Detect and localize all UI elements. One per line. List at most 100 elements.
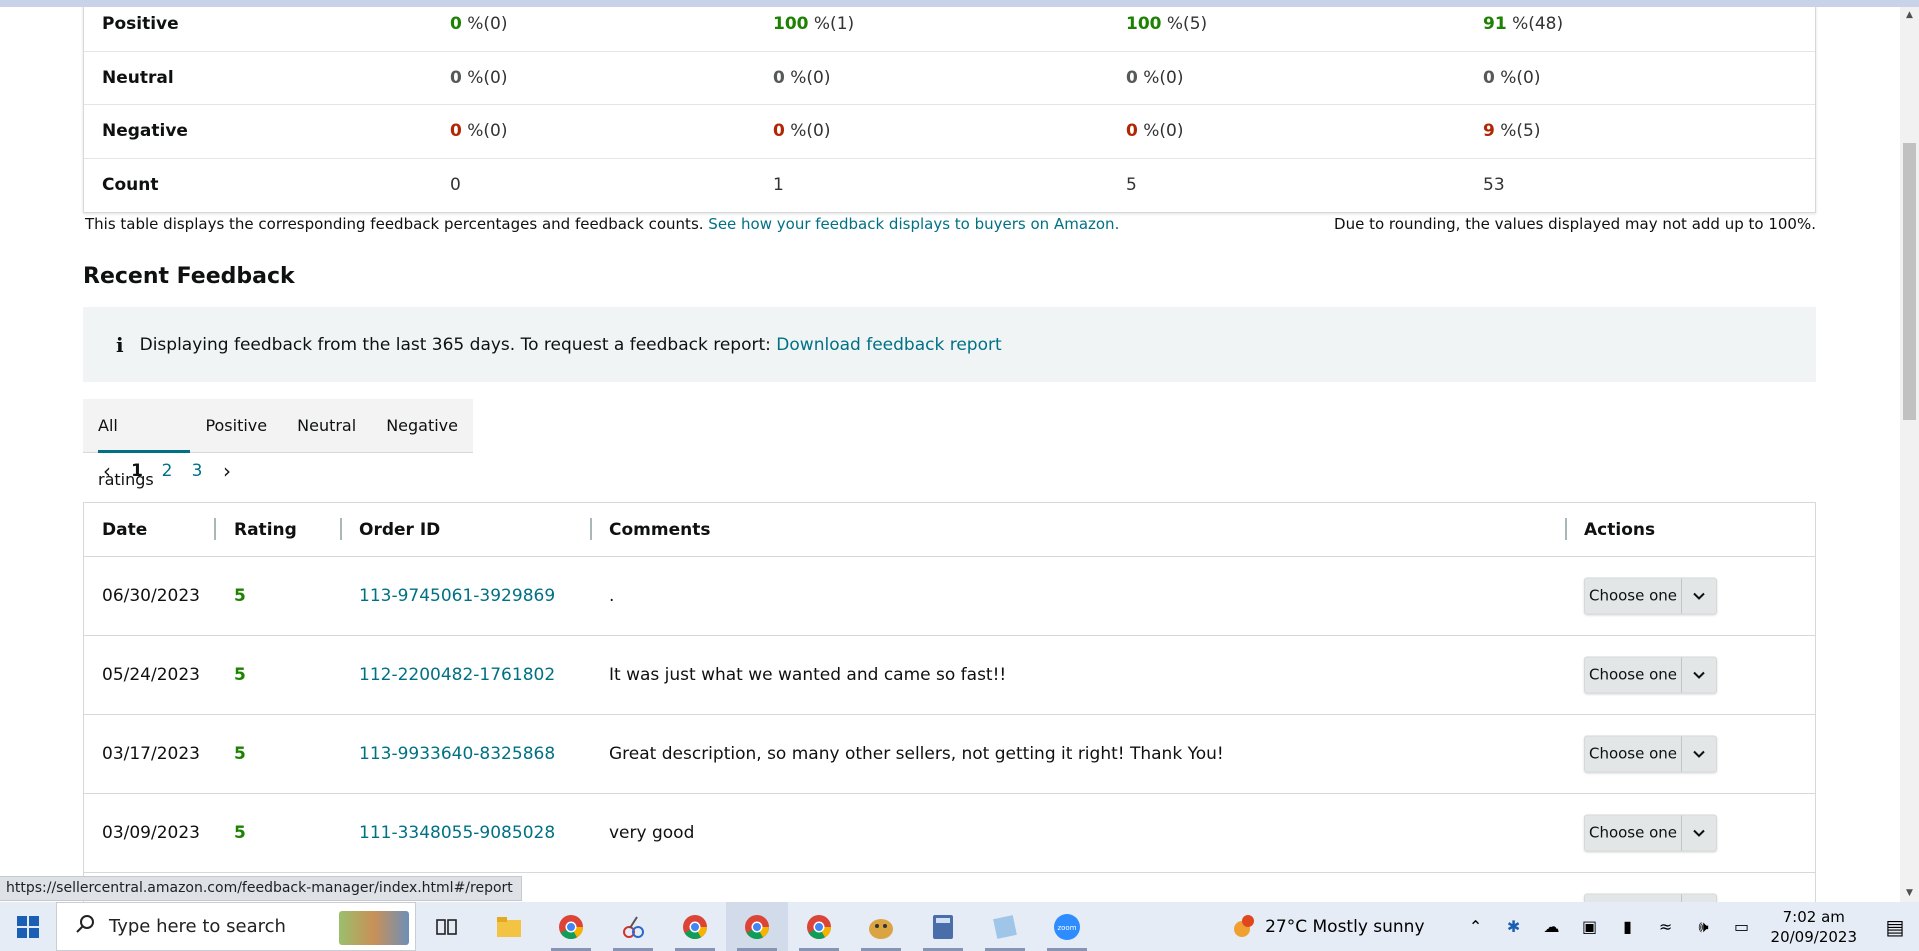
order-id-link[interactable]: 112-2200482-1761802	[359, 665, 555, 685]
battery-icon[interactable]: ▭	[1723, 917, 1761, 936]
summary-percent: 100	[773, 14, 809, 35]
chevron-down-icon[interactable]	[1681, 894, 1716, 902]
scroll-down-icon[interactable]: ▼	[1900, 885, 1919, 902]
actions-dropdown[interactable]: Choose one	[1584, 814, 1717, 852]
chevron-down-icon[interactable]	[1681, 736, 1716, 772]
notepad-icon[interactable]	[974, 902, 1036, 951]
summary-row-label: Positive	[102, 14, 179, 35]
pagination: ‹ 1 2 3 ›	[92, 459, 242, 483]
actions-dropdown[interactable]: Choose one	[1584, 656, 1717, 694]
zoom-icon[interactable]: zoom	[1036, 902, 1098, 951]
column-divider[interactable]	[1565, 518, 1567, 540]
actions-dropdown-label: Choose one	[1588, 586, 1678, 605]
table-row: 03/09/2023 5 111-3348055-9085028 very good C…	[84, 794, 1815, 873]
meet-now-icon[interactable]: ▣	[1571, 917, 1609, 936]
notification-center-icon[interactable]: ▤	[1871, 915, 1919, 939]
header-rating[interactable]: Rating	[234, 520, 297, 540]
wifi-icon[interactable]: ≈	[1647, 917, 1685, 936]
feedback-table: Date Rating Order ID Comments Actions 06…	[83, 502, 1816, 902]
page-2[interactable]: 2	[152, 461, 182, 481]
chevron-down-icon[interactable]	[1681, 815, 1716, 851]
rating-tabs: All ratings Positive Neutral Negative	[83, 399, 473, 489]
task-view-icon[interactable]	[416, 902, 478, 951]
summary-percent: 0	[1126, 67, 1138, 88]
taskbar-search-box[interactable]: Type here to search	[56, 902, 416, 951]
calculator-icon[interactable]	[912, 902, 974, 951]
summary-count: %(0)	[784, 67, 831, 88]
actions-dropdown[interactable]: Choose one	[1584, 893, 1717, 903]
header-actions: Actions	[1584, 519, 1656, 540]
summary-percent: 91	[1483, 14, 1507, 35]
chevron-down-icon[interactable]	[1681, 578, 1716, 614]
summary-percent: 0	[450, 67, 462, 88]
chevron-down-icon[interactable]	[1681, 657, 1716, 693]
actions-dropdown-label: Choose one	[1588, 665, 1678, 684]
tab-positive[interactable]: Positive	[190, 399, 282, 453]
summary-cell: 0	[450, 175, 461, 195]
page-3[interactable]: 3	[182, 461, 212, 481]
scrollbar-thumb[interactable]	[1903, 143, 1916, 420]
weather-widget[interactable]: 27°C Mostly sunny	[1231, 914, 1425, 940]
page-scrollbar[interactable]: ▲ ▼	[1900, 7, 1919, 902]
summary-row-count: Count 0 1 5 53	[84, 159, 1815, 213]
actions-dropdown-label: Choose one	[1585, 895, 1681, 903]
app-icon[interactable]	[850, 902, 912, 951]
order-id-link[interactable]: 113-9933640-8325868	[359, 744, 555, 764]
chrome-icon[interactable]	[726, 902, 788, 951]
scroll-up-icon[interactable]: ▲	[1900, 7, 1919, 24]
feedback-rating: 5	[234, 823, 246, 843]
snipping-tool-icon[interactable]	[602, 902, 664, 951]
order-id-link[interactable]: 113-9745061-3929869	[359, 586, 555, 606]
onedrive-icon[interactable]: ☁	[1533, 917, 1571, 936]
header-order-id[interactable]: Order ID	[359, 520, 440, 540]
clock-time: 7:02 am	[1782, 907, 1845, 926]
clock[interactable]: 7:02 am 20/09/2023	[1771, 907, 1857, 947]
show-hidden-icons-icon[interactable]: ⌃	[1457, 917, 1495, 936]
actions-dropdown[interactable]: Choose one	[1584, 577, 1717, 615]
actions-dropdown[interactable]: Choose one	[1584, 735, 1717, 773]
feedback-date: 03/09/2023	[102, 823, 200, 843]
summary-row-negative: Negative 0 %(0) 0 %(0) 0 %(0) 9 %(5)	[84, 105, 1815, 159]
microphone-icon[interactable]: ▮	[1609, 917, 1647, 936]
page-1[interactable]: 1	[122, 461, 152, 481]
weather-sun-icon	[1234, 914, 1255, 937]
tab-all-ratings[interactable]: All ratings	[83, 399, 191, 489]
feedback-rating: 5	[234, 665, 246, 685]
header-date[interactable]: Date	[102, 520, 147, 540]
header-comments[interactable]: Comments	[609, 520, 710, 540]
chrome-icon[interactable]	[664, 902, 726, 951]
feedback-date: 06/30/2023	[102, 586, 200, 606]
summary-cell: 0 %(0)	[450, 14, 507, 34]
info-icon: i	[116, 332, 124, 357]
actions-dropdown-label: Choose one	[1588, 744, 1678, 763]
summary-count: %(0)	[461, 67, 508, 88]
tab-neutral[interactable]: Neutral	[282, 399, 371, 453]
prev-page-icon[interactable]: ‹	[92, 459, 122, 483]
feedback-rating: 5	[234, 744, 246, 764]
feedback-date: 03/17/2023	[102, 744, 200, 764]
summary-count: 0	[450, 175, 461, 196]
column-divider[interactable]	[340, 518, 342, 540]
column-divider[interactable]	[214, 518, 216, 540]
actions-dropdown-label: Choose one	[1588, 823, 1678, 842]
volume-icon[interactable]: 🕪	[1685, 917, 1723, 937]
windows-start-icon[interactable]	[0, 902, 56, 951]
bluetooth-icon[interactable]: ✱	[1495, 917, 1533, 936]
table-row: 03/17/2023 5 113-9933640-8325868 Great desc…	[84, 715, 1815, 794]
chrome-icon[interactable]	[540, 902, 602, 951]
tab-negative[interactable]: Negative	[371, 399, 473, 453]
weather-text: 27°C Mostly sunny	[1265, 916, 1425, 937]
summary-percent: 100	[1126, 14, 1162, 35]
summary-cell: 0 %(0)	[1483, 68, 1540, 88]
summary-cell: 5	[1126, 175, 1137, 195]
feedback-display-link[interactable]: See how your feedback displays to buyers…	[708, 215, 1119, 233]
file-explorer-icon[interactable]	[478, 902, 540, 951]
feedback-comment: Great description, so many other sellers…	[609, 744, 1224, 764]
summary-row-label: Neutral	[102, 67, 174, 88]
download-report-link[interactable]: Download feedback report	[776, 335, 1001, 355]
order-id-link[interactable]: 111-3348055-9085028	[359, 823, 555, 843]
next-page-icon[interactable]: ›	[212, 459, 242, 483]
column-divider[interactable]	[590, 518, 592, 540]
summary-cell: 1	[773, 175, 784, 195]
chrome-icon[interactable]	[788, 902, 850, 951]
